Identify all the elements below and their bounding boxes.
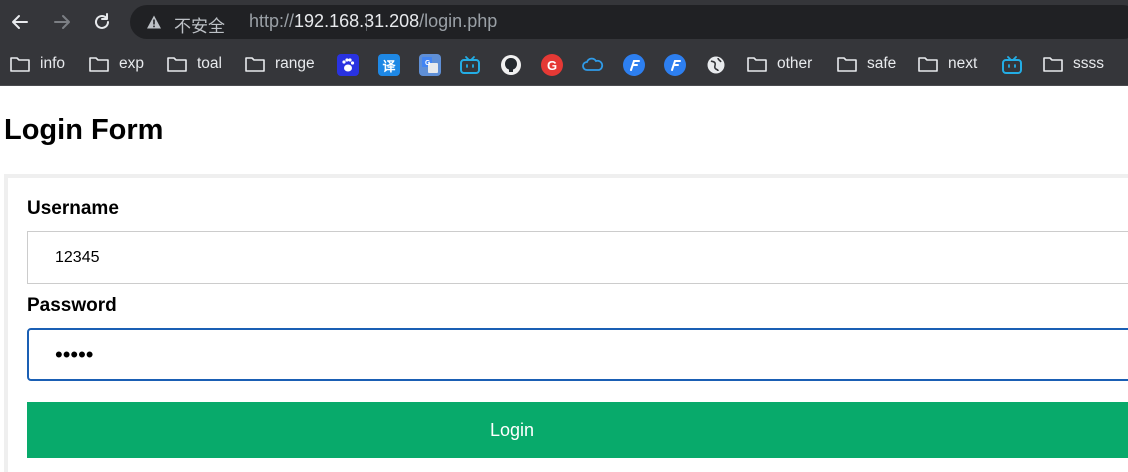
red-g-icon: G	[546, 57, 558, 73]
url-text[interactable]: http://192.168.31.208/login.php	[249, 11, 497, 32]
github-octocat-icon	[501, 55, 521, 75]
reload-icon	[95, 13, 109, 29]
folder-icon	[167, 57, 187, 72]
username-label: Username	[27, 198, 119, 219]
bookmark-f2[interactable]	[664, 54, 686, 76]
bookmark-f1[interactable]	[623, 54, 645, 76]
folder-icon	[10, 57, 30, 72]
bookmark-label: info	[40, 55, 65, 72]
page-title: Login Form	[4, 114, 164, 146]
google-translate-icon: G	[422, 57, 438, 73]
username-input[interactable]: 12345	[27, 231, 1128, 284]
bilibili-tv-icon	[1002, 56, 1022, 74]
svg-text:G: G	[425, 60, 431, 67]
bookmark-folder-next[interactable]: next	[918, 53, 977, 75]
folder-icon	[747, 57, 767, 72]
bookmark-label: next	[948, 55, 978, 72]
url-host: 192.168.31.208	[294, 11, 420, 31]
folder-icon	[1043, 57, 1063, 72]
bookmark-folder-info[interactable]: info	[10, 53, 65, 75]
password-value: •••••	[55, 341, 94, 367]
folder-icon	[918, 57, 938, 72]
username-value: 12345	[55, 248, 100, 266]
login-button[interactable]: Login	[27, 402, 1128, 458]
folder-icon	[245, 57, 265, 72]
folder-icon	[837, 57, 857, 72]
bookmark-google-translate[interactable]: G	[419, 54, 441, 76]
url-path: /login.php	[419, 11, 498, 31]
bookmark-folder-ssss[interactable]: ssss	[1043, 53, 1104, 75]
bookmark-folder-range[interactable]: range	[245, 53, 315, 75]
arrow-right-icon	[54, 15, 70, 29]
bookmarks-bar: info exp toal range 译 G G other safe nex…	[0, 44, 1128, 86]
password-input[interactable]: •••••	[27, 328, 1128, 381]
password-label: Password	[27, 295, 117, 316]
address-bar[interactable]: 不安全 http://192.168.31.208/login.php	[130, 5, 1128, 39]
bookmark-baidu[interactable]	[337, 54, 359, 76]
login-button-label: Login	[489, 419, 535, 440]
bookmark-label: range	[275, 55, 315, 72]
globe-icon	[707, 56, 725, 74]
bookmark-label: safe	[867, 55, 897, 72]
bilibili-tv-icon	[460, 56, 480, 74]
bookmark-label: toal	[197, 55, 222, 72]
url-prefix: http://	[249, 11, 295, 31]
blue-f-icon	[671, 60, 681, 71]
cloud-icon	[582, 57, 604, 71]
baidu-paw-icon	[342, 58, 355, 72]
bookmark-globe[interactable]	[705, 54, 727, 76]
bookmark-github[interactable]	[500, 54, 522, 76]
warning-icon	[147, 15, 161, 29]
bookmark-folder-toal[interactable]: toal	[167, 53, 222, 75]
reload-button[interactable]	[88, 8, 116, 36]
bookmark-g-red[interactable]: G	[541, 54, 563, 76]
bookmark-label: exp	[119, 55, 144, 72]
folder-icon	[89, 57, 109, 72]
forward-button[interactable]	[48, 8, 76, 36]
bookmark-folder-exp[interactable]: exp	[89, 53, 144, 75]
bookmark-bilibili-2[interactable]	[1001, 54, 1023, 76]
bookmark-bilibili[interactable]	[459, 54, 481, 76]
bookmark-label: other	[777, 55, 813, 72]
not-secure-label[interactable]: 不安全	[174, 12, 225, 37]
browser-toolbar: 不安全 http://192.168.31.208/login.php	[0, 0, 1128, 44]
bookmark-folder-safe[interactable]: safe	[837, 53, 896, 75]
arrow-left-icon	[12, 15, 28, 29]
blue-f-icon	[630, 60, 640, 71]
bookmark-translate[interactable]: 译	[378, 54, 400, 76]
bookmark-folder-other[interactable]: other	[747, 53, 812, 75]
back-button[interactable]	[6, 8, 34, 36]
bookmark-cloud[interactable]	[582, 54, 604, 76]
translate-icon: 译	[382, 59, 396, 75]
bookmark-label: ssss	[1073, 55, 1104, 72]
